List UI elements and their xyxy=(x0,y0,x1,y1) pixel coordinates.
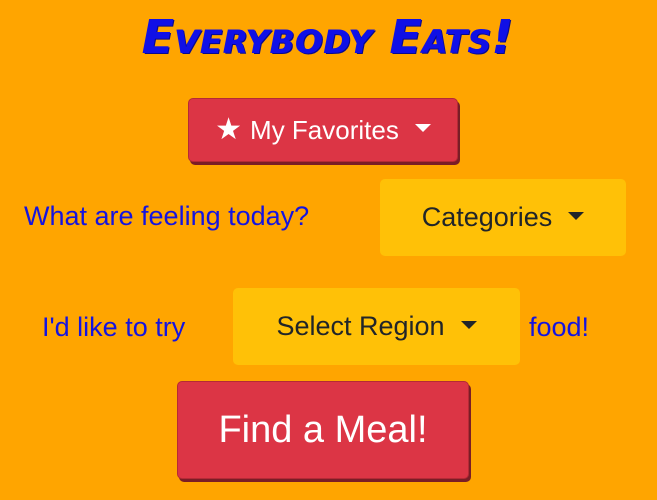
my-favorites-label: My Favorites xyxy=(250,114,399,145)
region-prompt-label: I'd like to try xyxy=(42,312,186,342)
select-region-dropdown-button[interactable]: Select Region xyxy=(233,288,520,365)
select-region-label: Select Region xyxy=(276,311,445,341)
categories-dropdown-button[interactable]: Categories xyxy=(380,179,626,256)
categories-label: Categories xyxy=(421,202,553,232)
chevron-down-icon xyxy=(414,124,431,132)
find-meal-label: Find a Meal! xyxy=(218,408,428,451)
my-favorites-dropdown-button[interactable]: ★ My Favorites xyxy=(188,98,458,162)
star-icon: ★ xyxy=(215,113,243,146)
food-suffix-label: food! xyxy=(529,312,590,342)
chevron-down-icon xyxy=(460,320,477,329)
mood-prompt-label: What are feeling today? xyxy=(24,201,310,231)
find-meal-button[interactable]: Find a Meal! xyxy=(177,381,469,479)
app-title: Everybody Eats! xyxy=(142,10,515,64)
chevron-down-icon xyxy=(568,211,585,220)
